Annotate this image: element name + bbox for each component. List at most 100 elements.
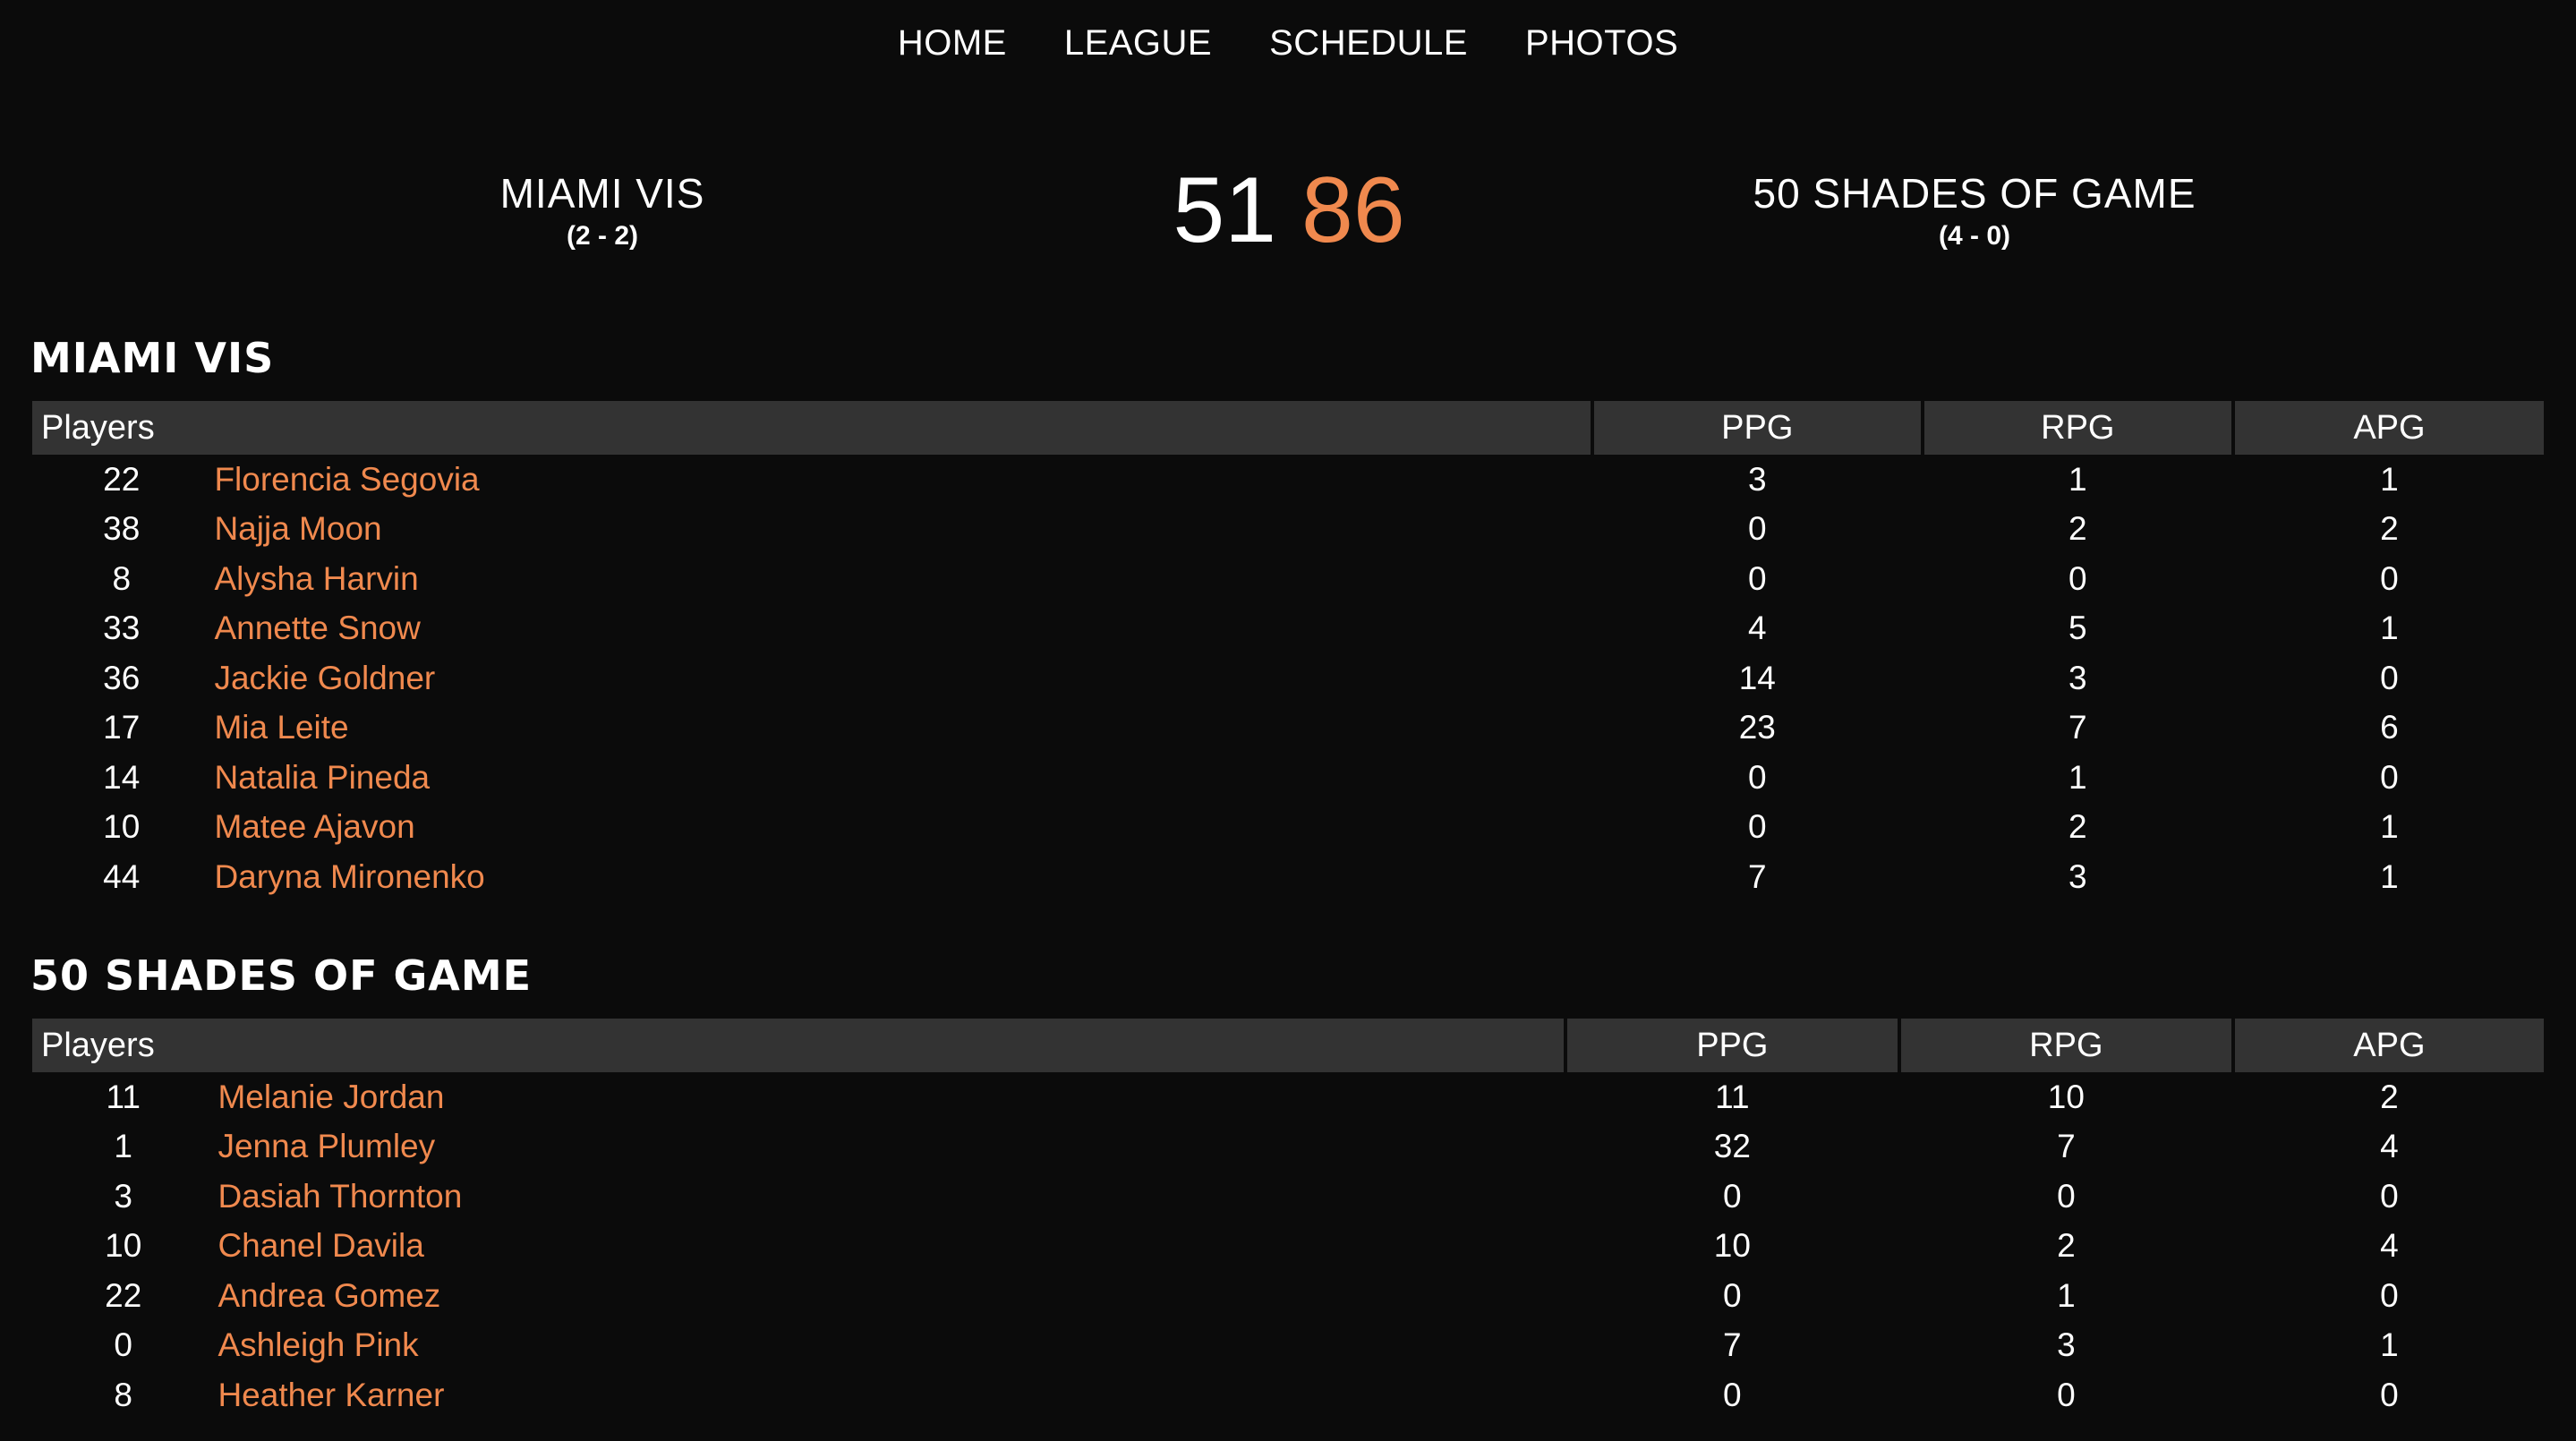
away-roster-body: 11 Melanie Jordan 11 10 2 1 Jenna Plumley 32 7 4 3… xyxy=(32,1072,2544,1420)
player-number: 14 xyxy=(103,758,141,796)
table-row: 17 Mia Leite 23 7 6 xyxy=(32,703,2544,754)
player-ppg: 7 xyxy=(1747,857,1767,895)
table-header-row: Players PPG RPG APG xyxy=(32,401,2544,455)
player-name-link[interactable]: Alysha Harvin xyxy=(214,560,418,597)
rpg-column-header: RPG xyxy=(1900,1019,2231,1072)
player-name-link[interactable]: Mia Leite xyxy=(214,709,348,746)
player-rpg: 3 xyxy=(2068,659,2087,696)
player-apg: 1 xyxy=(2380,1326,2399,1364)
player-name-cell: Andrea Gomez xyxy=(218,1271,1563,1321)
player-ppg: 11 xyxy=(1715,1078,1750,1115)
nav-home-link[interactable]: HOME xyxy=(898,20,1007,67)
player-name-link[interactable]: Andrea Gomez xyxy=(218,1277,440,1314)
player-number: 36 xyxy=(103,659,141,696)
player-name-cell: Matee Ajavon xyxy=(214,803,1590,853)
player-apg: 6 xyxy=(2380,709,2399,746)
player-ppg: 3 xyxy=(1747,460,1767,498)
player-name-cell: Chanel Davila xyxy=(218,1222,1563,1272)
final-score: 51 86 xyxy=(1164,152,1414,269)
player-name-link[interactable]: Jenna Plumley xyxy=(218,1128,435,1164)
player-apg: 1 xyxy=(2380,610,2399,647)
player-number: 10 xyxy=(105,1227,142,1265)
player-number: 33 xyxy=(103,610,141,647)
player-rpg: 5 xyxy=(2068,610,2087,647)
table-row: 11 Melanie Jordan 11 10 2 xyxy=(32,1072,2544,1122)
player-apg: 1 xyxy=(2380,857,2399,895)
table-row: 10 Chanel Davila 10 2 4 xyxy=(32,1222,2544,1272)
player-name-link[interactable]: Melanie Jordan xyxy=(218,1079,444,1115)
player-name-link[interactable]: Daryna Mironenko xyxy=(214,858,484,895)
rpg-column-header: RPG xyxy=(1923,401,2231,455)
player-ppg: 0 xyxy=(1747,510,1767,548)
player-name-link[interactable]: Jackie Goldner xyxy=(214,660,435,696)
player-rpg: 10 xyxy=(2047,1078,2085,1115)
player-rpg: 1 xyxy=(2068,460,2087,498)
player-name-cell: Jenna Plumley xyxy=(218,1122,1563,1172)
nav-photos-link[interactable]: PHOTOS xyxy=(1525,20,1678,67)
player-rpg: 2 xyxy=(2057,1227,2076,1265)
away-roster-table: Players PPG RPG APG 11 Melanie Jordan 11 10… xyxy=(29,1019,2547,1420)
player-ppg: 0 xyxy=(1723,1276,1742,1314)
player-number: 22 xyxy=(105,1276,142,1314)
ppg-column-header: PPG xyxy=(1566,1019,1898,1072)
player-apg: 1 xyxy=(2380,460,2399,498)
table-row: 22 Florencia Segovia 3 1 1 xyxy=(32,455,2544,505)
player-name-cell: Heather Karner xyxy=(218,1370,1563,1420)
players-column-header: Players xyxy=(32,401,1591,455)
table-row: 8 Alysha Harvin 0 0 0 xyxy=(32,554,2544,604)
player-apg: 0 xyxy=(2380,758,2399,796)
player-name-link[interactable]: Heather Karner xyxy=(218,1377,444,1413)
player-rpg: 0 xyxy=(2068,559,2087,597)
table-row: 36 Jackie Goldner 14 3 0 xyxy=(32,653,2544,703)
player-name-cell: Mia Leite xyxy=(214,703,1590,754)
player-name-link[interactable]: Ashleigh Pink xyxy=(218,1326,418,1363)
apg-column-header: APG xyxy=(2234,401,2544,455)
player-apg: 2 xyxy=(2380,1078,2399,1115)
player-rpg: 7 xyxy=(2057,1128,2076,1165)
player-name-cell: Annette Snow xyxy=(214,604,1590,654)
player-ppg: 0 xyxy=(1723,1177,1742,1215)
player-rpg: 1 xyxy=(2068,758,2087,796)
player-name-link[interactable]: Annette Snow xyxy=(214,610,420,646)
player-number: 8 xyxy=(112,559,132,597)
player-ppg: 32 xyxy=(1713,1128,1751,1165)
player-name-cell: Jackie Goldner xyxy=(214,653,1590,703)
player-number: 17 xyxy=(103,709,141,746)
away-team-record: (4 - 0) xyxy=(1938,221,2010,251)
player-ppg: 0 xyxy=(1747,808,1767,846)
table-row: 3 Dasiah Thornton 0 0 0 xyxy=(32,1172,2544,1222)
player-number: 8 xyxy=(114,1376,132,1413)
player-apg: 0 xyxy=(2380,659,2399,696)
player-name-link[interactable]: Natalia Pineda xyxy=(214,759,430,796)
player-name-link[interactable]: Florencia Segovia xyxy=(214,461,479,498)
player-number: 3 xyxy=(114,1177,132,1215)
player-rpg: 1 xyxy=(2057,1276,2076,1314)
player-name-link[interactable]: Najja Moon xyxy=(214,510,381,547)
player-apg: 0 xyxy=(2380,1276,2399,1314)
players-column-header: Players xyxy=(32,1019,1564,1072)
player-name-link[interactable]: Dasiah Thornton xyxy=(218,1178,462,1215)
table-row: 8 Heather Karner 0 0 0 xyxy=(32,1370,2544,1420)
player-ppg: 0 xyxy=(1723,1376,1742,1413)
player-ppg: 7 xyxy=(1723,1326,1742,1364)
player-ppg: 23 xyxy=(1738,709,1776,746)
home-score: 51 xyxy=(1173,158,1276,262)
nav-league-link[interactable]: LEAGUE xyxy=(1064,20,1212,67)
nav-schedule-link[interactable]: SCHEDULE xyxy=(1269,20,1468,67)
player-ppg: 14 xyxy=(1738,659,1776,696)
player-apg: 4 xyxy=(2380,1128,2399,1165)
player-number: 11 xyxy=(106,1078,141,1115)
player-apg: 4 xyxy=(2380,1227,2399,1265)
away-roster-section: 50 SHADES OF GAME Players PPG RPG APG 11… xyxy=(30,945,2546,1420)
main-nav: HOME LEAGUE SCHEDULE PHOTOS xyxy=(0,20,2576,67)
player-name-link[interactable]: Matee Ajavon xyxy=(214,808,414,845)
home-roster-title: MIAMI VIS xyxy=(30,334,275,382)
player-number: 10 xyxy=(103,808,141,846)
player-apg: 0 xyxy=(2380,559,2399,597)
player-rpg: 2 xyxy=(2068,510,2087,548)
table-row: 1 Jenna Plumley 32 7 4 xyxy=(32,1122,2544,1172)
player-name-link[interactable]: Chanel Davila xyxy=(218,1227,423,1264)
table-row: 0 Ashleigh Pink 7 3 1 xyxy=(32,1321,2544,1371)
table-row: 10 Matee Ajavon 0 2 1 xyxy=(32,803,2544,853)
home-team-record: (2 - 2) xyxy=(566,221,638,251)
